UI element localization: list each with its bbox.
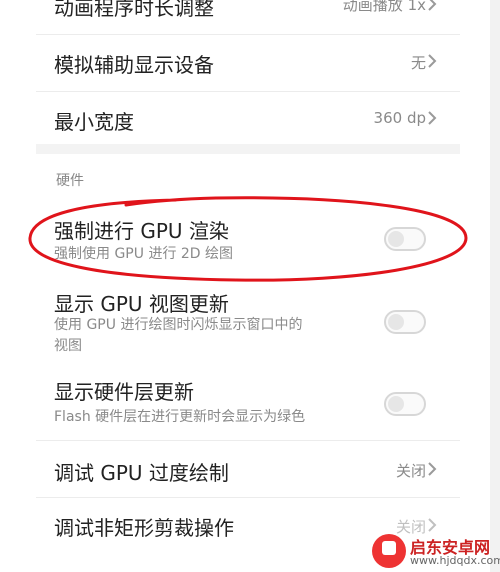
setting-show-hardware-layer-updates[interactable]: 显示硬件层更新 Flash 硬件层在进行更新时会显示为绿色 xyxy=(0,366,490,438)
setting-value: 360 dp xyxy=(373,109,426,127)
toggle-knob xyxy=(388,314,404,330)
setting-title: 显示硬件层更新 xyxy=(54,380,194,404)
chevron-right-icon xyxy=(428,462,437,476)
settings-screen: 动画程序时长调整 动画播放 1x 模拟辅助显示设备 无 最小宽度 360 dp … xyxy=(0,0,500,572)
setting-subtitle: 使用 GPU 进行绘图时闪烁显示窗口中的 xyxy=(54,317,303,333)
chevron-right-icon xyxy=(428,111,437,125)
show-gpu-view-updates-toggle[interactable] xyxy=(384,310,426,334)
watermark-logo: 启东安卓网 www.hjdqdx.com xyxy=(370,530,500,572)
setting-value: 动画播放 1x xyxy=(342,0,426,14)
setting-title: 模拟辅助显示设备 xyxy=(54,53,214,77)
setting-force-gpu-rendering[interactable]: 强制进行 GPU 渲染 强制使用 GPU 进行 2D 绘图 xyxy=(0,205,490,275)
setting-title: 强制进行 GPU 渲染 xyxy=(54,219,229,243)
watermark-icon xyxy=(372,534,406,568)
setting-subtitle: 强制使用 GPU 进行 2D 绘图 xyxy=(54,246,234,262)
watermark-url: www.hjdqdx.com xyxy=(410,554,500,567)
section-separator xyxy=(36,144,460,154)
setting-value: 关闭 xyxy=(395,462,426,480)
setting-subtitle: Flash 硬件层在进行更新时会显示为绿色 xyxy=(54,409,306,425)
setting-smallest-width[interactable]: 最小宽度 360 dp xyxy=(0,92,490,144)
setting-title: 最小宽度 xyxy=(54,110,134,134)
setting-animation-duration[interactable]: 动画程序时长调整 动画播放 1x xyxy=(0,0,490,34)
toggle-knob xyxy=(388,231,404,247)
setting-title: 调试非矩形剪裁操作 xyxy=(54,516,234,540)
toggle-knob xyxy=(388,396,404,412)
chevron-right-icon xyxy=(428,0,437,11)
setting-debug-gpu-overdraw[interactable]: 调试 GPU 过度绘制 关闭 xyxy=(0,441,490,497)
setting-title: 调试 GPU 过度绘制 xyxy=(54,461,229,485)
show-hardware-layer-updates-toggle[interactable] xyxy=(384,392,426,416)
setting-title: 显示 GPU 视图更新 xyxy=(54,292,229,316)
chevron-right-icon xyxy=(428,54,437,68)
force-gpu-rendering-toggle[interactable] xyxy=(384,227,426,251)
section-label-hardware: 硬件 xyxy=(56,173,84,189)
setting-show-gpu-view-updates[interactable]: 显示 GPU 视图更新 使用 GPU 进行绘图时闪烁显示窗口中的 视图 xyxy=(0,282,490,360)
setting-subtitle-line2: 视图 xyxy=(54,338,82,354)
setting-simulate-secondary-display[interactable]: 模拟辅助显示设备 无 xyxy=(0,35,490,91)
setting-title: 动画程序时长调整 xyxy=(54,0,214,20)
scroll-edge xyxy=(490,0,500,572)
